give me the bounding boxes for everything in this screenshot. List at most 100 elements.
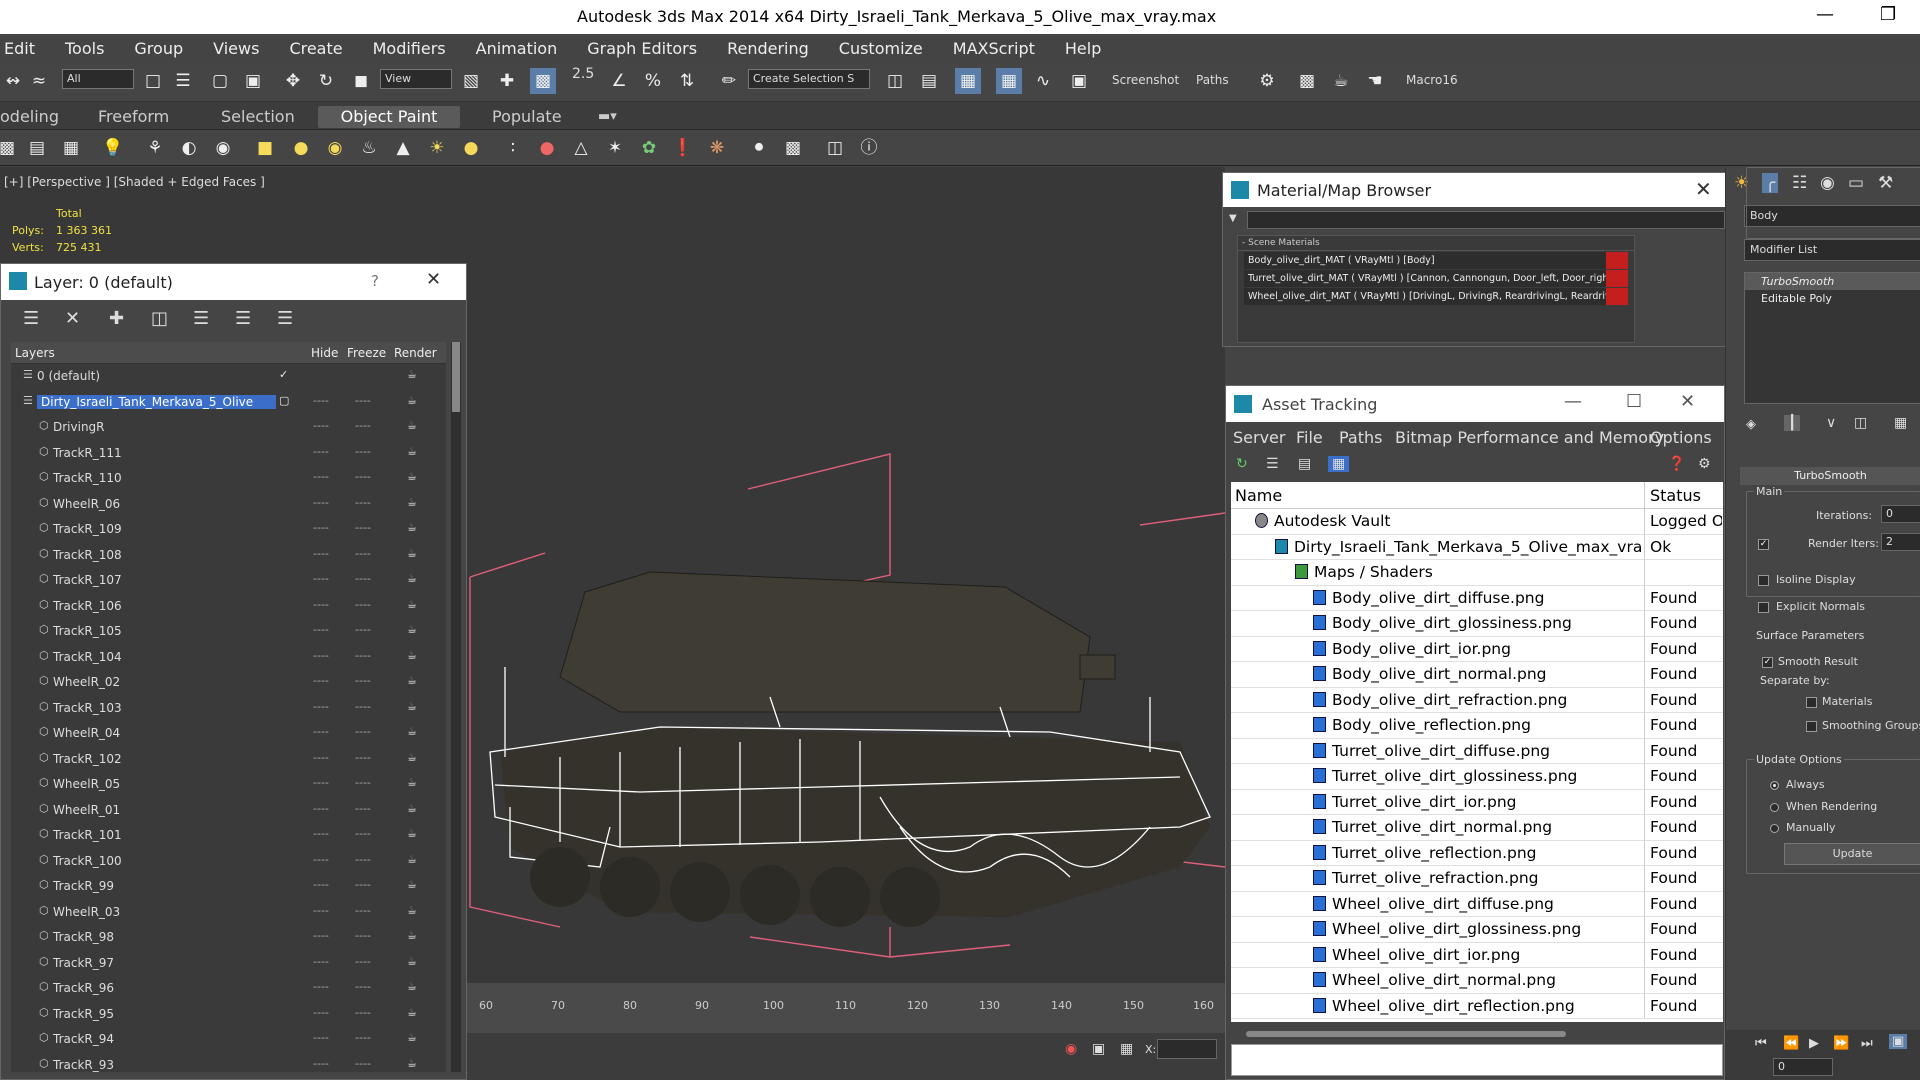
hide-toggle[interactable]: ---- bbox=[313, 674, 329, 687]
render-teapot-icon[interactable]: ☕ bbox=[407, 419, 417, 432]
freeze-all-icon[interactable]: ☰ bbox=[277, 308, 293, 329]
freeze-toggle[interactable]: ---- bbox=[355, 853, 371, 866]
refresh-icon[interactable]: ↻ bbox=[1236, 456, 1248, 472]
layer-row[interactable]: ⬡ WheelR_04 ---- ---- ☕ bbox=[11, 721, 446, 747]
layer-row[interactable]: ☰ Dirty_Israeli_Tank_Merkava_5_Olive ▢ ----… bbox=[11, 390, 446, 416]
tab-populate[interactable]: Populate bbox=[484, 106, 570, 128]
light-icon[interactable]: 💡 bbox=[100, 135, 126, 161]
asset-row[interactable]: Wheel_olive_dirt_diffuse.png Found bbox=[1231, 891, 1723, 917]
export-icon[interactable]: ◫ bbox=[822, 135, 848, 161]
asset-row[interactable]: Turret_olive_dirt_normal.png Found bbox=[1231, 815, 1723, 841]
asset-row[interactable]: Wheel_olive_dirt_normal.png Found bbox=[1231, 968, 1723, 994]
material-item[interactable]: Wheel_olive_dirt_MAT ( VRayMtl ) [Drivin… bbox=[1244, 288, 1628, 305]
menu-animation[interactable]: Animation bbox=[476, 39, 558, 58]
manually-radio[interactable] bbox=[1770, 824, 1779, 833]
move-icon[interactable]: ✥ bbox=[280, 68, 306, 94]
freeze-toggle[interactable]: ---- bbox=[355, 700, 371, 713]
turbosmooth-rollout-header[interactable]: TurboSmooth bbox=[1740, 467, 1920, 485]
proxy-icon[interactable]: ✶ bbox=[602, 135, 628, 161]
render-teapot-icon[interactable]: ☕ bbox=[407, 980, 417, 993]
menu-file[interactable]: File bbox=[1296, 428, 1323, 447]
render-teapot-icon[interactable]: ☕ bbox=[407, 904, 417, 917]
iterations-input[interactable]: 0 bbox=[1881, 505, 1920, 523]
layer-row[interactable]: ⬡ TrackR_96 ---- ---- ☕ bbox=[11, 976, 446, 1002]
show-end-result-icon[interactable]: ┃ bbox=[1784, 415, 1801, 431]
hide-toggle[interactable]: ---- bbox=[313, 776, 329, 789]
layer-row[interactable]: ⬡ TrackR_110 ---- ---- ☕ bbox=[11, 466, 446, 492]
minimize-icon[interactable]: — bbox=[1564, 391, 1582, 412]
bind-spacewarp-icon[interactable]: ≈ bbox=[26, 68, 52, 94]
selection-filter-dropdown[interactable]: All bbox=[62, 69, 134, 89]
render-teapot-icon[interactable]: ☕ bbox=[407, 470, 417, 483]
freeze-toggle[interactable]: ---- bbox=[355, 929, 371, 942]
hide-toggle[interactable]: ---- bbox=[313, 521, 329, 534]
modifier-list-dropdown[interactable]: Modifier List bbox=[1744, 239, 1920, 261]
render-teapot-icon[interactable]: ☕ bbox=[407, 751, 417, 764]
close-icon[interactable]: ✕ bbox=[1695, 177, 1712, 201]
pivot-center-icon[interactable]: ▧ bbox=[458, 68, 484, 94]
freeze-toggle[interactable]: ---- bbox=[355, 419, 371, 432]
render-teapot-icon[interactable]: ☕ bbox=[407, 853, 417, 866]
angle-snap-icon[interactable]: ∠ bbox=[606, 68, 632, 94]
asset-row[interactable]: Wheel_olive_dirt_ior.png Found bbox=[1231, 942, 1723, 968]
key-mode-icon[interactable]: ▣ bbox=[1889, 1034, 1908, 1049]
restore-icon[interactable]: ❐ bbox=[1880, 4, 1896, 25]
highlight-layer-icon[interactable]: ☰ bbox=[193, 308, 209, 329]
update-button[interactable]: Update bbox=[1784, 843, 1920, 865]
bones-icon[interactable]: ⚘ bbox=[142, 135, 168, 161]
sphere-icon[interactable]: ◉ bbox=[322, 135, 348, 161]
hide-toggle[interactable]: ---- bbox=[313, 623, 329, 636]
menu-tools[interactable]: Tools bbox=[65, 39, 104, 58]
hide-toggle[interactable]: ---- bbox=[313, 1006, 329, 1019]
window-crossing-icon[interactable]: ▣ bbox=[240, 68, 266, 94]
schematic-view-icon[interactable]: ▣ bbox=[1066, 68, 1092, 94]
go-to-end-icon[interactable]: ⏭ bbox=[1861, 1036, 1873, 1051]
layer-row[interactable]: ⬡ TrackR_107 ---- ---- ☕ bbox=[11, 568, 446, 594]
render-teapot-icon[interactable]: ☕ bbox=[407, 674, 417, 687]
hide-all-icon[interactable]: ☰ bbox=[235, 308, 251, 329]
render-production-icon[interactable]: ☕ bbox=[1328, 68, 1354, 94]
current-layer-check-icon[interactable]: ✓ bbox=[279, 368, 288, 381]
paint-icon[interactable]: ▩ bbox=[0, 135, 20, 161]
render-teapot-icon[interactable]: ☕ bbox=[407, 725, 417, 738]
layer-row[interactable]: ⬡ TrackR_95 ---- ---- ☕ bbox=[11, 1002, 446, 1028]
help-button[interactable]: ? bbox=[371, 272, 379, 290]
hide-toggle[interactable]: ---- bbox=[313, 445, 329, 458]
freeze-toggle[interactable]: ---- bbox=[355, 1006, 371, 1019]
asset-row[interactable]: Dirty_Israeli_Tank_Merkava_5_Olive_max_v… bbox=[1231, 534, 1723, 560]
mesh-icon[interactable]: △ bbox=[568, 135, 594, 161]
maximize-icon[interactable]: ☐ bbox=[1626, 391, 1642, 412]
screenshot-label[interactable]: Screenshot bbox=[1112, 73, 1179, 87]
render-setup-icon[interactable]: ⚙ bbox=[1254, 68, 1280, 94]
sun-icon[interactable]: ☀ bbox=[424, 135, 450, 161]
absolute-mode-icon[interactable]: ▦ bbox=[1120, 1041, 1133, 1057]
tab-modeling[interactable]: odeling bbox=[0, 106, 67, 128]
hair-icon[interactable]: ❗ bbox=[670, 135, 696, 161]
hide-toggle[interactable]: ---- bbox=[313, 1057, 329, 1070]
render-teapot-icon[interactable]: ☕ bbox=[407, 700, 417, 713]
link-icon[interactable]: ↭ bbox=[0, 68, 26, 94]
col-layers[interactable]: Layers bbox=[15, 346, 55, 360]
freeze-toggle[interactable]: ---- bbox=[355, 547, 371, 560]
hide-toggle[interactable]: ---- bbox=[313, 572, 329, 585]
asset-row[interactable]: Wheel_olive_dirt_reflection.png Found bbox=[1231, 993, 1723, 1019]
current-frame-input[interactable]: 0 bbox=[1773, 1058, 1833, 1076]
col-render[interactable]: Render bbox=[394, 346, 437, 360]
timeline-ruler[interactable]: 60 70 80 90 100 110 120 130 140 150 160 bbox=[465, 983, 1225, 1033]
viewport-label[interactable]: [+] [Perspective ] [Shaded + Edged Faces… bbox=[4, 175, 265, 189]
layer-row[interactable]: ⬡ TrackR_93 ---- ---- ☕ bbox=[11, 1053, 446, 1073]
render-teapot-icon[interactable]: ☕ bbox=[407, 878, 417, 891]
pin-stack-icon[interactable]: ◈ bbox=[1746, 417, 1756, 432]
layer-row[interactable]: ⬡ TrackR_99 ---- ---- ☕ bbox=[11, 874, 446, 900]
col-status[interactable]: Status bbox=[1650, 486, 1701, 505]
checker-icon[interactable]: ▩ bbox=[780, 135, 806, 161]
particle-icon[interactable]: ● bbox=[534, 135, 560, 161]
settings-icon[interactable]: ⚙ bbox=[1698, 456, 1711, 472]
explicit-normals-checkbox[interactable] bbox=[1758, 602, 1769, 613]
freeze-toggle[interactable]: ---- bbox=[355, 496, 371, 509]
snap-toggle-label[interactable]: 2.5 bbox=[572, 66, 594, 82]
menu-edit[interactable]: Edit bbox=[4, 39, 35, 58]
freeze-toggle[interactable]: ---- bbox=[355, 674, 371, 687]
asset-row[interactable]: Wheel_olive_dirt_glossiness.png Found bbox=[1231, 917, 1723, 943]
spacewarp-icon[interactable]: ◉ bbox=[210, 135, 236, 161]
